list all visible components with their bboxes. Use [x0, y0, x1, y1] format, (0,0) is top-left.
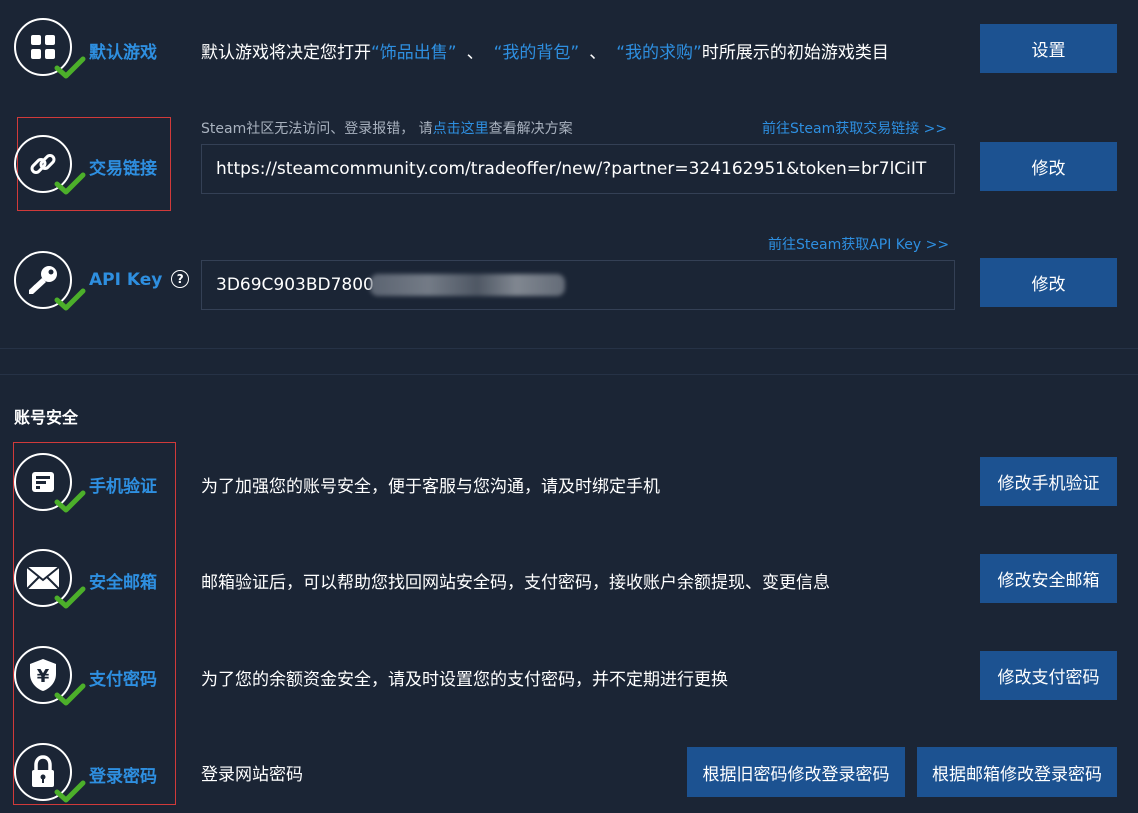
edit-phone-button[interactable]: 修改手机验证 [980, 457, 1117, 506]
check-icon [54, 780, 86, 803]
get-trade-link-link[interactable]: 前往Steam获取交易链接 >> [762, 118, 947, 138]
pay-password-label: 支付密码 [89, 670, 157, 690]
api-key-input[interactable]: 3D69C903BD7800 [201, 260, 955, 310]
grid-icon [31, 35, 55, 59]
hint-text: Steam社区无法访问、登录报错， 请 [201, 121, 433, 137]
change-password-by-email-button[interactable]: 根据邮箱修改登录密码 [917, 747, 1117, 797]
edit-trade-link-button[interactable]: 修改 [980, 142, 1117, 191]
section-divider [0, 348, 1138, 349]
separator: 、 [466, 43, 484, 63]
section-divider [0, 374, 1138, 375]
api-key-value: 3D69C903BD7800 [216, 275, 374, 295]
phone-verify-label: 手机验证 [89, 477, 157, 497]
default-game-description: 默认游戏将决定您打开“饰品出售” 、 “我的背包” 、 “我的求购”时所展示的初始游戏类… [201, 38, 889, 63]
settings-button[interactable]: 设置 [980, 24, 1117, 73]
default-game-label: 默认游戏 [89, 43, 157, 63]
sale-link[interactable]: “饰品出售” [371, 43, 457, 63]
login-password-description: 登录网站密码 [201, 765, 303, 785]
desc-text: 默认游戏将决定您打开 [201, 43, 371, 63]
help-icon-glyph: ? [176, 272, 184, 286]
check-icon [54, 288, 86, 311]
security-email-label: 安全邮箱 [89, 573, 157, 593]
trade-link-hint: Steam社区无法访问、登录报错， 请点击这里查看解决方案 [201, 118, 573, 138]
check-icon [54, 683, 86, 706]
phone-icon [32, 472, 54, 492]
trade-link-label: 交易链接 [89, 159, 157, 179]
hint-text: 查看解决方案 [488, 121, 573, 137]
edit-email-button[interactable]: 修改安全邮箱 [980, 554, 1117, 603]
svg-text:¥: ¥ [37, 666, 50, 687]
api-key-label: API Key ? [89, 270, 190, 290]
separator: 、 [589, 43, 607, 63]
pay-password-description: 为了您的余额资金安全，请及时设置您的支付密码，并不定期进行更换 [201, 670, 728, 690]
change-password-by-old-button[interactable]: 根据旧密码修改登录密码 [687, 747, 905, 797]
section-title: 账号安全 [14, 408, 79, 427]
edit-pay-password-button[interactable]: 修改支付密码 [980, 651, 1117, 700]
login-password-label: 登录密码 [89, 767, 157, 787]
purchase-request-link[interactable]: “我的求购” [616, 43, 702, 63]
get-api-key-link[interactable]: 前往Steam获取API Key >> [768, 234, 949, 254]
check-icon [54, 586, 86, 609]
redaction-blur [370, 274, 565, 296]
lock-icon [32, 755, 54, 787]
trade-link-input[interactable]: https://steamcommunity.com/tradeoffer/ne… [201, 144, 955, 194]
check-icon [54, 490, 86, 513]
api-key-label-text: API Key [89, 270, 163, 290]
check-icon [54, 172, 86, 195]
security-email-description: 邮箱验证后，可以帮助您找回网站安全码，支付密码，接收账户余额提现、变更信息 [201, 573, 830, 593]
help-icon[interactable]: ? [171, 270, 190, 288]
desc-text: 时所展示的初始游戏类目 [701, 43, 889, 63]
backpack-link[interactable]: “我的背包” [494, 43, 580, 63]
edit-api-key-button[interactable]: 修改 [980, 258, 1117, 307]
check-icon [54, 56, 86, 79]
click-here-link[interactable]: 点击这里 [433, 121, 489, 137]
phone-verify-description: 为了加强您的账号安全，便于客服与您沟通，请及时绑定手机 [201, 477, 660, 497]
